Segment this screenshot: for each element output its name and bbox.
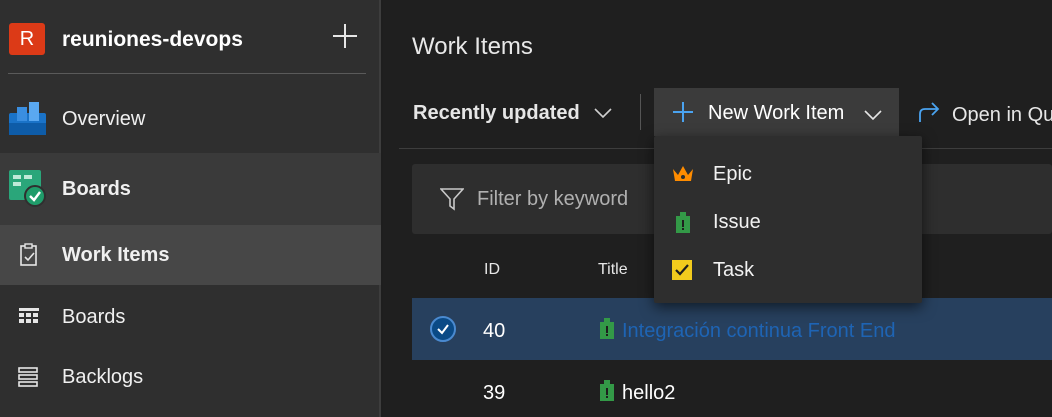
recently-updated-dropdown[interactable]: Recently updated [413,102,612,125]
boards-icon [18,307,40,332]
selected-check-icon[interactable] [430,316,456,342]
open-arrow-icon [916,100,940,130]
nav-item-boards[interactable]: Boards [0,288,381,346]
task-checkbox-icon [672,260,692,285]
nav-label-overview: Overview [62,107,146,130]
project-header: R reuniones-devops [0,0,381,80]
table-row[interactable]: 40 Integración continua Front End [412,298,1052,360]
nav-label-boards: Boards [62,305,126,328]
new-work-item-label: New Work Item [708,102,845,124]
work-items-icon [19,243,39,272]
menu-label-epic: Epic [713,163,752,185]
menu-item-epic[interactable]: Epic [654,150,922,198]
project-name[interactable]: reuniones-devops [62,28,243,52]
open-in-queries-button[interactable]: Open in Qu [916,100,1052,130]
plus-icon [672,101,694,129]
new-work-item-menu: Epic Issue Task [654,136,922,303]
sidebar: R reuniones-devops Overview Boards Work … [0,0,381,417]
column-header-title[interactable]: Title [598,261,628,279]
menu-item-issue[interactable]: Issue [654,198,922,246]
table-row[interactable]: 39 hello2 [412,360,1052,417]
row-title-link[interactable]: hello2 [622,382,675,405]
nav-item-overview[interactable]: Overview [0,90,381,148]
overview-icon [9,101,46,140]
pivot-label: Recently updated [413,102,580,124]
issue-icon [675,212,691,239]
nav-item-work-items[interactable]: Work Items [0,225,381,285]
column-header-id[interactable]: ID [484,261,500,279]
page-title: Work Items [412,33,533,60]
boards-hub-icon [9,170,47,213]
toolbar-divider [640,94,641,130]
issue-icon [599,380,615,407]
nav-item-boards-hub[interactable]: Boards [0,153,381,225]
chevron-down-icon [864,104,882,127]
header-divider [8,73,366,74]
nav-label-backlogs: Backlogs [62,365,144,388]
nav-item-backlogs[interactable]: Backlogs [0,348,381,406]
row-title-link[interactable]: Integración continua Front End [622,320,896,343]
row-id: 40 [483,320,506,342]
backlogs-icon [18,367,40,392]
project-avatar[interactable]: R [9,23,45,55]
nav-label-boards-hub: Boards [62,177,131,200]
nav-label-work-items: Work Items [62,243,170,266]
menu-label-issue: Issue [713,211,761,233]
row-id: 39 [483,382,506,404]
add-icon[interactable] [331,22,359,50]
chevron-down-icon [594,102,612,125]
filter-icon [439,187,465,216]
filter-placeholder: Filter by keyword [477,188,629,210]
open-query-label: Open in Qu [952,103,1052,126]
issue-icon [599,318,615,345]
menu-item-task[interactable]: Task [654,246,922,294]
crown-icon [672,164,694,189]
menu-label-task: Task [713,259,755,281]
toolbar: Recently updated New Work Item Open in Q… [383,86,1052,138]
new-work-item-button[interactable]: New Work Item [654,88,899,136]
